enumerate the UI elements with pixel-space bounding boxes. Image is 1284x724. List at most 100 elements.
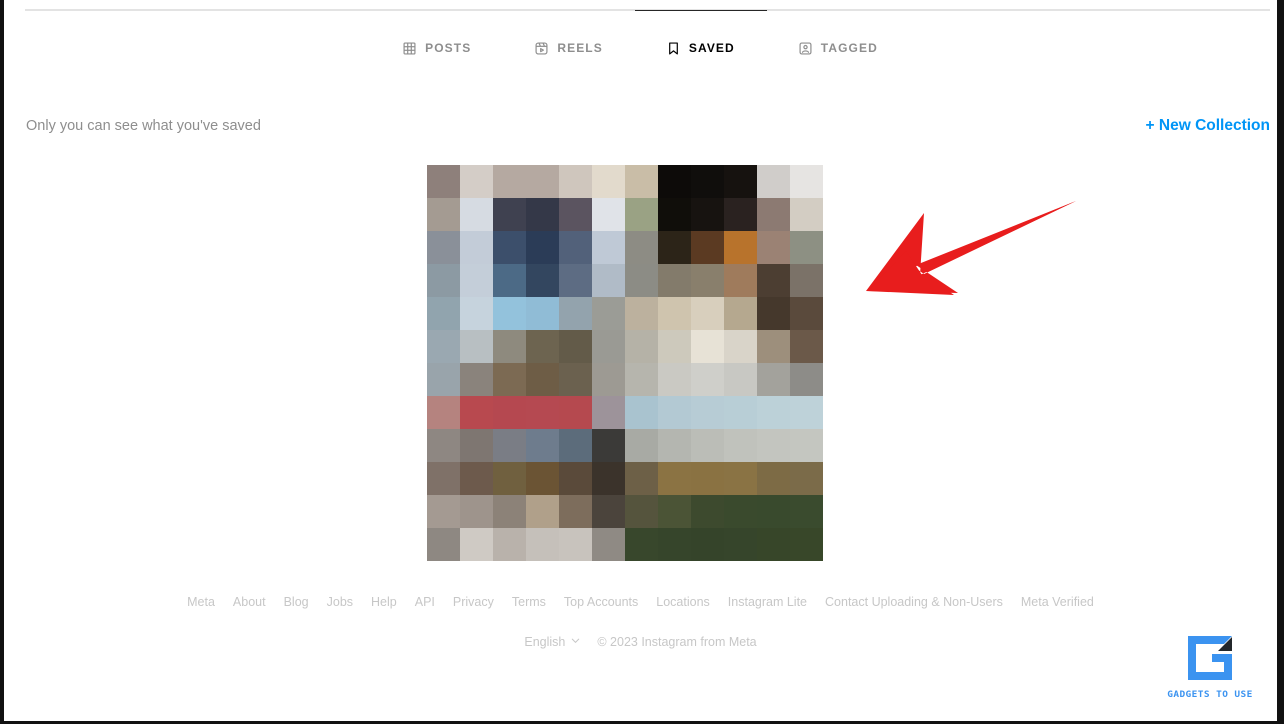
pixel-block [427,231,460,264]
pixel-block [724,462,757,495]
copyright-text: © 2023 Instagram from Meta [597,635,757,649]
pixel-block [790,198,823,231]
pixel-block [691,396,724,429]
pixel-block [790,165,823,198]
pixel-block [460,231,493,264]
pixel-block [658,198,691,231]
pixel-block [625,330,658,363]
pixel-block [460,429,493,462]
pixel-block [790,396,823,429]
pixel-block [493,462,526,495]
pixel-block [526,264,559,297]
pixel-block [493,231,526,264]
footer-link[interactable]: Blog [275,589,318,615]
tab-saved[interactable]: SAVED [634,10,767,63]
pixel-block [526,429,559,462]
pixel-block [724,231,757,264]
pixel-block [526,330,559,363]
pixel-block [592,264,625,297]
pixel-block [757,429,790,462]
pixel-block [790,330,823,363]
footer-link[interactable]: API [406,589,444,615]
pixel-block [427,396,460,429]
pixel-block [625,297,658,330]
pixel-block [592,429,625,462]
pixel-block [592,231,625,264]
footer-link[interactable]: Privacy [444,589,503,615]
pixel-block [691,231,724,264]
footer-link[interactable]: Terms [503,589,555,615]
pixel-block [691,264,724,297]
pixel-block [559,231,592,264]
pixel-block [625,462,658,495]
pixel-block [757,396,790,429]
pixel-block [460,198,493,231]
pixel-block [757,528,790,561]
footer-link[interactable]: Jobs [318,589,362,615]
pixel-block [559,198,592,231]
pixel-block [559,363,592,396]
pixel-block [658,264,691,297]
pixel-block [625,528,658,561]
footer-link[interactable]: About [224,589,275,615]
footer-bottom-row: English © 2023 Instagram from Meta [4,635,1277,649]
tagged-icon [799,20,812,55]
pixel-block [658,495,691,528]
pixel-block [658,528,691,561]
pixel-block [493,264,526,297]
footer-link[interactable]: Contact Uploading & Non-Users [816,589,1012,615]
pixel-block [526,396,559,429]
pixel-block [625,495,658,528]
new-collection-button[interactable]: + New Collection [1146,114,1270,138]
pixel-block [691,429,724,462]
saved-post-thumbnail[interactable] [427,165,823,561]
pixel-block [493,363,526,396]
pixel-block [625,363,658,396]
pixel-block [724,297,757,330]
pixel-block [592,363,625,396]
pixel-block [526,165,559,198]
pixel-block [460,330,493,363]
pixel-block [493,495,526,528]
pixel-block [691,528,724,561]
pixel-block [427,297,460,330]
pixel-block [559,297,592,330]
pixel-block [691,297,724,330]
pixel-block [592,330,625,363]
pixel-block [427,264,460,297]
pixel-block [493,396,526,429]
pixel-block [427,330,460,363]
pixel-block [757,495,790,528]
pixel-block [790,528,823,561]
footer-link[interactable]: Help [362,589,406,615]
pixel-block [757,165,790,198]
tab-reels[interactable]: REELS [503,10,635,63]
footer-link-list: Meta About Blog Jobs Help API Privacy Te… [4,589,1277,615]
pixel-block [790,462,823,495]
tab-tagged[interactable]: TAGGED [767,10,910,63]
footer-link[interactable]: Top Accounts [555,589,647,615]
footer-link[interactable]: Instagram Lite [719,589,816,615]
saved-header-row: Only you can see what you've saved + New… [4,116,1277,158]
pixel-block [625,264,658,297]
pixel-block [559,462,592,495]
language-selector[interactable]: English [524,635,581,649]
footer-link[interactable]: Meta [178,589,224,615]
pixel-block [493,330,526,363]
pixel-block [757,462,790,495]
pixel-block [592,297,625,330]
pixel-block [559,528,592,561]
pixel-block [592,462,625,495]
footer-link[interactable]: Meta Verified [1012,589,1103,615]
pixel-block [724,396,757,429]
pixel-block [460,363,493,396]
pixel-block [757,297,790,330]
pixel-block [790,429,823,462]
pixelated-image-grid [427,165,823,561]
saved-privacy-note: Only you can see what you've saved [26,118,261,134]
tab-posts[interactable]: POSTS [371,10,503,63]
pixel-block [493,297,526,330]
pixel-block [724,198,757,231]
pixel-block [526,528,559,561]
footer-link[interactable]: Locations [647,589,719,615]
